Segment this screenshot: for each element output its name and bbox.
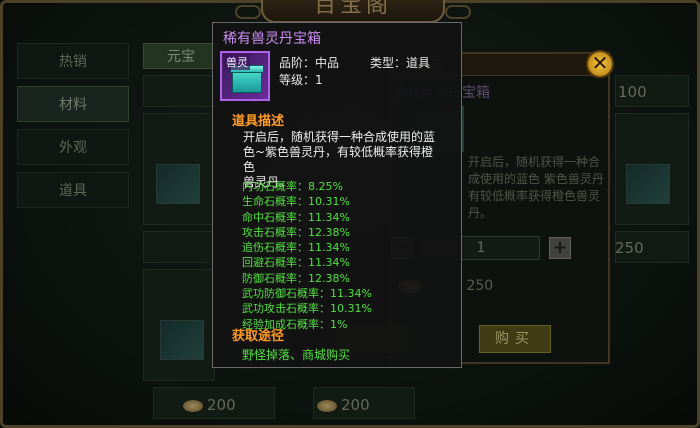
item-tooltip: 稀有兽灵丹宝箱 兽灵 品阶：中品 类型：道具 等级：1 道具描述 开启后，随机获…: [212, 22, 462, 368]
rate-item: 攻击石概率：12.38%: [242, 225, 350, 239]
rate-item: 追伤石概率：11.34%: [242, 241, 350, 255]
treasure-chest-icon: 兽灵: [220, 51, 270, 101]
close-icon[interactable]: ✕: [586, 50, 614, 78]
source-heading: 获取途径: [232, 329, 285, 344]
drop-rate-list: 内功石概率：8.25% 生命石概率：10.31% 命中石概率：11.34% 攻击…: [242, 179, 372, 332]
source-text: 野怪掉落、商城购买: [242, 348, 351, 362]
rate-item: 生命石概率：10.31%: [242, 195, 350, 209]
rate-item: 武功防御石概率：11.34%: [242, 287, 372, 301]
rate-item: 回避石概率：11.34%: [242, 256, 350, 270]
rate-item: 防御石概率：12.38%: [242, 271, 350, 285]
icon-tag: 兽灵: [224, 54, 250, 70]
item-level: 等级：1: [279, 73, 323, 87]
item-grade: 品阶：中品: [279, 56, 340, 70]
description-heading: 道具描述: [232, 114, 285, 129]
tooltip-item-name: 稀有兽灵丹宝箱: [223, 31, 321, 47]
item-type: 类型：道具: [370, 56, 431, 70]
rate-item: 命中石概率：11.34%: [242, 210, 350, 224]
rate-item: 武功攻击石概率：10.31%: [242, 302, 372, 316]
rate-item: 内功石概率：8.25%: [242, 180, 343, 193]
